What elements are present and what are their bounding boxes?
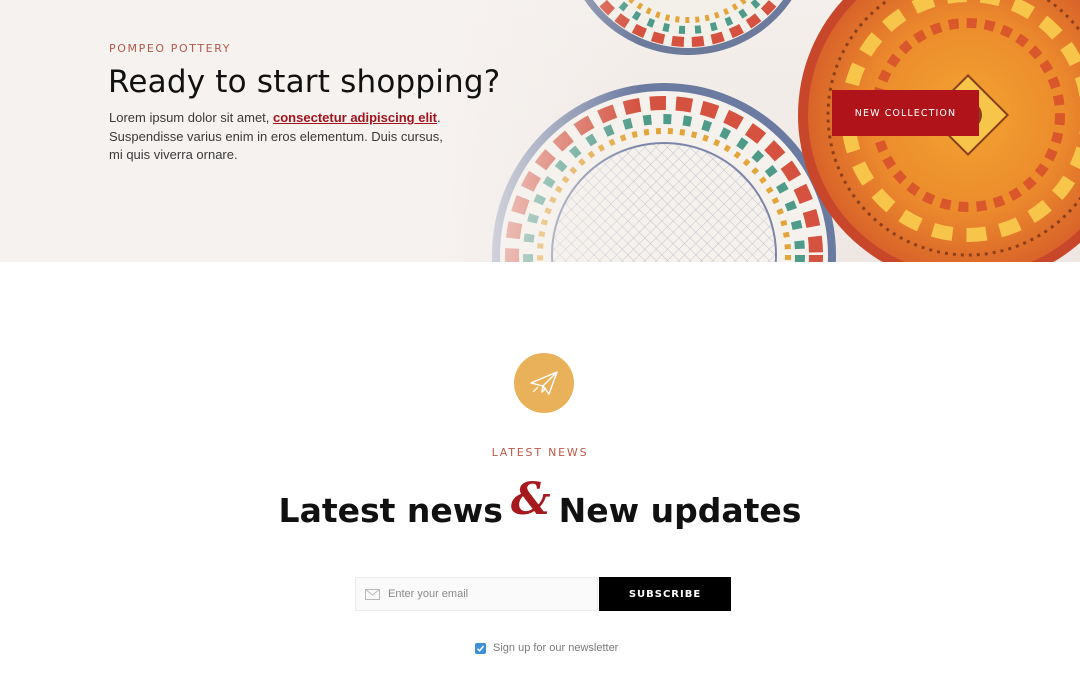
paper-plane-icon bbox=[530, 371, 558, 395]
hero-description: Lorem ipsum dolor sit amet, consectetur … bbox=[109, 109, 459, 165]
newsletter-checkbox[interactable] bbox=[475, 642, 486, 654]
newsletter-icon-badge bbox=[514, 353, 574, 413]
newsletter-optin[interactable]: Sign up for our newsletter bbox=[475, 642, 618, 654]
hero-inline-link[interactable]: consectetur adipiscing elit bbox=[273, 110, 437, 125]
brand-eyebrow: POMPEO POTTERY bbox=[109, 42, 232, 55]
ampersand-glyph: & bbox=[510, 474, 551, 525]
hero-text-start: Lorem ipsum dolor sit amet, bbox=[109, 110, 274, 125]
new-collection-button[interactable]: NEW COLLECTION bbox=[832, 90, 979, 136]
subscribe-button[interactable]: SUBSCRIBE bbox=[599, 577, 731, 611]
email-field-wrapper bbox=[355, 577, 598, 611]
latest-news-eyebrow: LATEST NEWS bbox=[491, 446, 589, 459]
checkmark-icon bbox=[476, 645, 485, 652]
hero-banner: POMPEO POTTERY Ready to start shopping? … bbox=[0, 0, 1080, 262]
newsletter-checkbox-label: Sign up for our newsletter bbox=[493, 642, 619, 654]
title-part-right: New updates bbox=[558, 491, 802, 530]
email-input[interactable] bbox=[388, 588, 588, 600]
envelope-icon bbox=[365, 588, 380, 600]
title-part-left: Latest news bbox=[278, 491, 503, 530]
newsletter-title: Latest news & New updates bbox=[0, 478, 1080, 531]
hero-title: Ready to start shopping? bbox=[108, 64, 501, 100]
